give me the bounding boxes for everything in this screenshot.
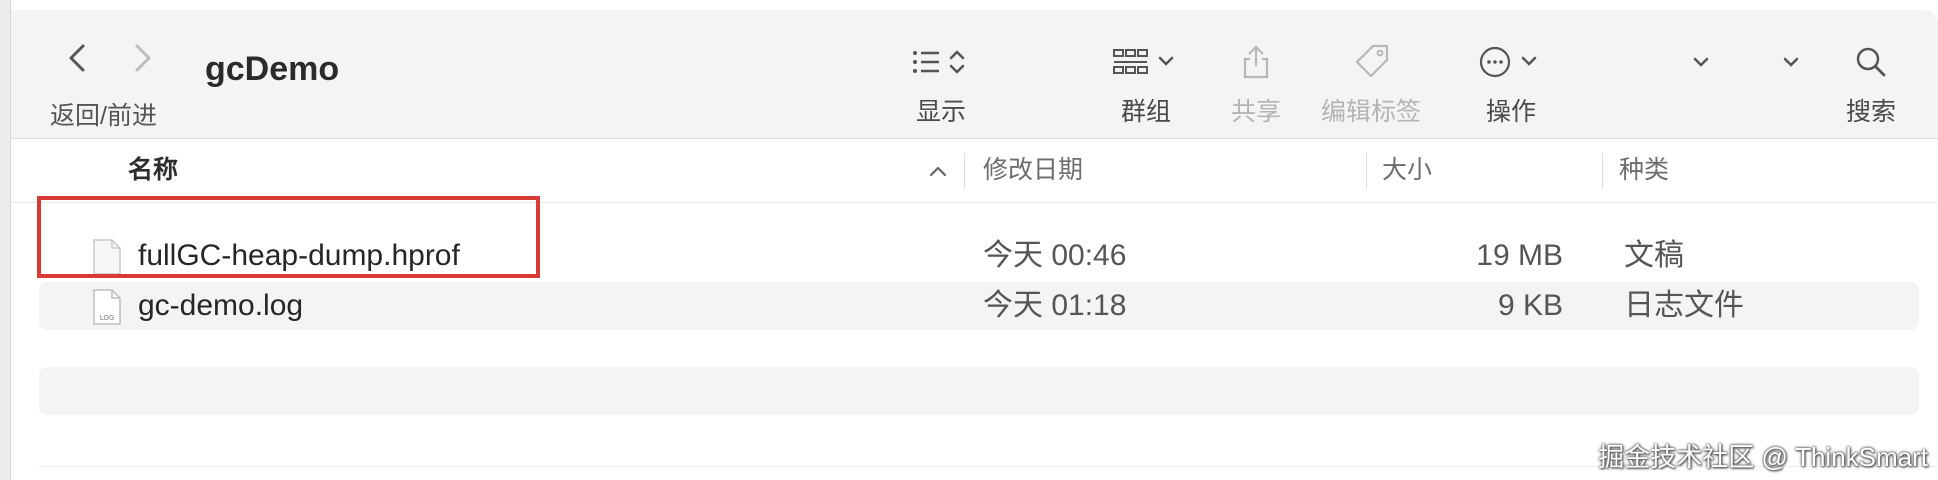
sort-ascending-icon[interactable]: [926, 159, 950, 183]
log-file-icon: LOG: [93, 289, 121, 325]
file-date-modified: 今天 00:46: [983, 239, 1127, 272]
search-label: 搜索: [1845, 98, 1896, 126]
column-header-size[interactable]: 大小: [1382, 139, 1432, 202]
group-label: 群组: [1120, 98, 1171, 126]
highlight-box: [37, 196, 540, 278]
file-row[interactable]: LOG gc-demo.log 今天 01:18 9 KB 日志文件: [39, 282, 1919, 330]
list-view-icon: [901, 40, 981, 84]
column-header-row: 名称 修改日期 大小 种类: [11, 139, 1938, 203]
view-label: 显示: [915, 98, 966, 126]
file-date-modified: 今天 01:18: [983, 289, 1127, 322]
screenshot-frame: 返回/前进 gcDemo 显示 群组 共享 编辑标签 操作 搜索 名称 修改日期…: [0, 0, 1938, 480]
chevron-right-icon: [135, 44, 151, 72]
file-kind: 文稿: [1624, 239, 1684, 272]
overflow-dropdown-2[interactable]: [1771, 40, 1811, 130]
tag-icon: [1349, 40, 1393, 84]
search-icon: [1851, 40, 1891, 84]
back-button[interactable]: [63, 38, 93, 78]
action-label: 操作: [1485, 98, 1536, 126]
column-divider[interactable]: [1366, 153, 1367, 189]
ellipsis-circle-icon: [1471, 40, 1551, 84]
share-icon: [1236, 40, 1276, 84]
column-divider[interactable]: [964, 153, 965, 189]
chevron-left-icon: [69, 44, 85, 72]
empty-row: [39, 367, 1919, 415]
file-size: 9 KB: [1497, 289, 1563, 322]
chevron-down-icon: [1776, 40, 1806, 84]
action-button[interactable]: 操作: [1461, 40, 1561, 130]
column-divider[interactable]: [1602, 153, 1603, 189]
file-name: gc-demo.log: [138, 289, 304, 322]
toolbar: 返回/前进 gcDemo 显示 群组 共享 编辑标签 操作 搜索: [11, 10, 1938, 139]
edit-tags-label: 编辑标签: [1320, 98, 1421, 126]
column-header-date-modified[interactable]: 修改日期: [983, 139, 1083, 202]
watermark: 掘金技术社区 @ ThinkSmart: [1598, 442, 1928, 472]
back-forward-label: 返回/前进: [50, 102, 157, 130]
share-button[interactable]: 共享: [1211, 40, 1301, 130]
window-left-edge: [0, 0, 11, 480]
column-header-name[interactable]: 名称: [128, 139, 178, 202]
chevron-down-icon: [1686, 40, 1716, 84]
search-button[interactable]: 搜索: [1831, 40, 1911, 130]
forward-button[interactable]: [127, 38, 157, 78]
log-icon-tag: LOG: [100, 314, 115, 322]
overflow-dropdown-1[interactable]: [1681, 40, 1721, 130]
view-button[interactable]: 显示: [891, 40, 991, 130]
group-grid-icon: [1106, 40, 1186, 84]
file-kind: 日志文件: [1624, 289, 1744, 322]
file-size: 19 MB: [1476, 239, 1563, 272]
group-button[interactable]: 群组: [1096, 40, 1196, 130]
column-header-kind[interactable]: 种类: [1619, 139, 1669, 202]
share-label: 共享: [1230, 98, 1281, 126]
window-title: gcDemo: [205, 50, 340, 88]
edit-tags-button[interactable]: 编辑标签: [1311, 40, 1431, 130]
